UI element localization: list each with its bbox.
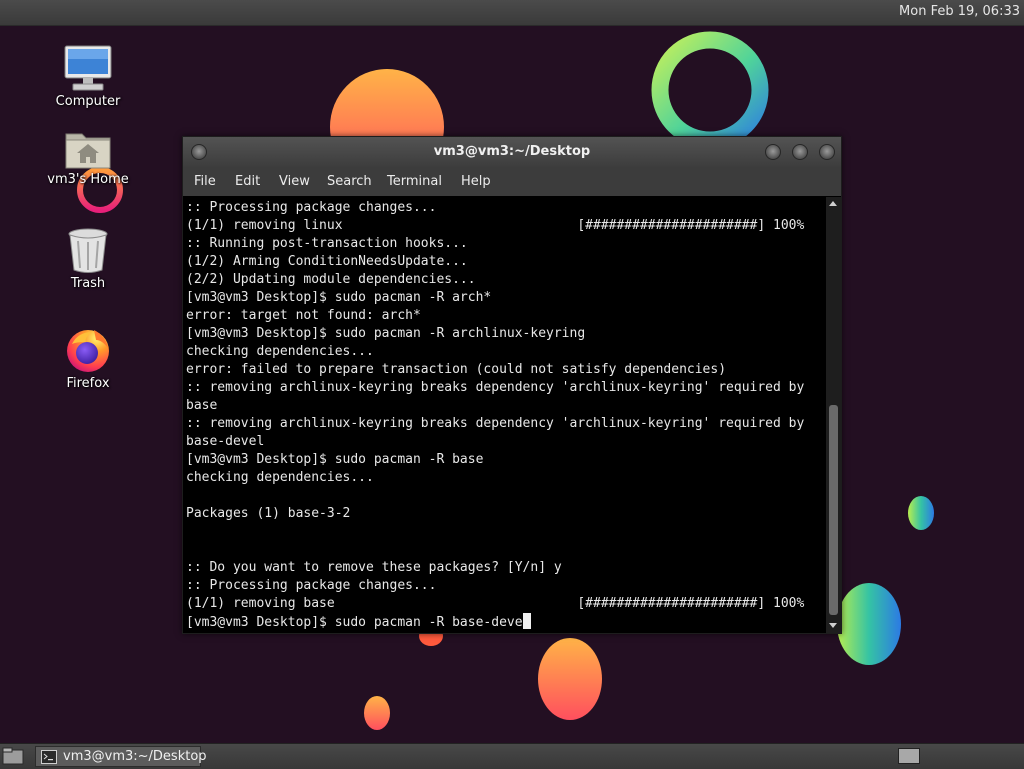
menu-bar: File Edit View Search Terminal Help bbox=[183, 167, 841, 196]
title-bar[interactable]: vm3@vm3:~/Desktop bbox=[183, 137, 841, 167]
terminal-line: [vm3@vm3 Desktop]$ sudo pacman -R archli… bbox=[186, 326, 586, 341]
terminal-line: (2/2) Updating module dependencies... bbox=[186, 272, 476, 287]
desktop-icon-label: Computer bbox=[55, 94, 121, 109]
terminal-line: :: removing archlinux-keyring breaks dep… bbox=[186, 380, 805, 395]
terminal-line: error: target not found: arch* bbox=[186, 308, 421, 323]
home-folder-icon bbox=[65, 133, 111, 169]
menu-help[interactable]: Help bbox=[461, 174, 491, 189]
terminal-output[interactable]: :: Processing package changes... (1/1) r… bbox=[183, 197, 826, 633]
maximize-button[interactable] bbox=[792, 144, 808, 160]
terminal-window[interactable]: vm3@vm3:~/Desktop File Edit View Search … bbox=[182, 136, 842, 634]
terminal-line: base bbox=[186, 398, 218, 413]
terminal-line: :: Do you want to remove these packages?… bbox=[186, 560, 562, 575]
terminal-line: checking dependencies... bbox=[186, 470, 374, 485]
desktop-icon-computer[interactable]: Computer bbox=[43, 44, 133, 109]
menu-file[interactable]: File bbox=[194, 174, 216, 189]
trash-icon bbox=[68, 228, 108, 273]
command-input-text: [vm3@vm3 Desktop]$ sudo pacman -R base-d… bbox=[186, 615, 523, 630]
desktop-icon-firefox[interactable]: Firefox bbox=[43, 326, 133, 391]
taskbar-button-terminal[interactable]: vm3@vm3:~/Desktop bbox=[35, 746, 207, 767]
terminal-line: (1/1) removing base [###################… bbox=[186, 596, 805, 611]
terminal-icon bbox=[41, 750, 57, 764]
desktop-icon-home[interactable]: vm3's Home bbox=[43, 126, 133, 187]
bottom-taskbar: vm3@vm3:~/Desktop bbox=[0, 743, 1024, 769]
clock[interactable]: Mon Feb 19, 06:33 bbox=[899, 4, 1020, 20]
window-title: vm3@vm3:~/Desktop bbox=[433, 144, 591, 159]
terminal-line: base-devel bbox=[186, 434, 265, 449]
terminal-line: error: failed to prepare transaction (co… bbox=[186, 362, 727, 377]
text-cursor bbox=[522, 613, 531, 629]
terminal-line: :: Processing package changes... bbox=[186, 578, 437, 593]
terminal-line: :: Processing package changes... bbox=[186, 200, 437, 215]
terminal-line: checking dependencies... bbox=[186, 344, 374, 359]
computer-icon bbox=[64, 45, 112, 91]
vertical-scrollbar[interactable] bbox=[826, 197, 841, 633]
terminal-line: [vm3@vm3 Desktop]$ sudo pacman -R arch* bbox=[186, 290, 492, 305]
minimize-button[interactable] bbox=[765, 144, 781, 160]
desktop-icon-trash[interactable]: Trash bbox=[43, 226, 133, 291]
show-desktop-icon[interactable] bbox=[2, 747, 24, 766]
menu-edit[interactable]: Edit bbox=[235, 174, 260, 189]
desktop-icon-label: vm3's Home bbox=[47, 172, 129, 187]
menu-search[interactable]: Search bbox=[327, 174, 372, 189]
close-button[interactable] bbox=[819, 144, 835, 160]
taskbar-button-label: vm3@vm3:~/Desktop bbox=[63, 749, 207, 764]
scroll-up-arrow-icon[interactable] bbox=[829, 201, 837, 206]
desktop-icon-label: Firefox bbox=[66, 376, 110, 391]
terminal-line: :: Running post-transaction hooks... bbox=[186, 236, 468, 251]
top-panel: Mon Feb 19, 06:33 bbox=[0, 0, 1024, 26]
desktop-icon-label: Trash bbox=[70, 276, 106, 291]
menu-view[interactable]: View bbox=[279, 174, 310, 189]
workspace-switcher[interactable] bbox=[898, 748, 920, 764]
terminal-prompt-line[interactable]: [vm3@vm3 Desktop]$ sudo pacman -R base-d… bbox=[186, 613, 531, 631]
terminal-line: Packages (1) base-3-2 bbox=[186, 506, 351, 521]
menu-terminal[interactable]: Terminal bbox=[387, 174, 442, 189]
terminal-line: (1/2) Arming ConditionNeedsUpdate... bbox=[186, 254, 468, 269]
scroll-down-arrow-icon[interactable] bbox=[829, 623, 837, 628]
scroll-thumb[interactable] bbox=[829, 405, 838, 615]
firefox-icon bbox=[67, 330, 109, 372]
terminal-line: [vm3@vm3 Desktop]$ sudo pacman -R base bbox=[186, 452, 484, 467]
terminal-line: :: removing archlinux-keyring breaks dep… bbox=[186, 416, 805, 431]
terminal-line: (1/1) removing linux [##################… bbox=[186, 218, 805, 233]
